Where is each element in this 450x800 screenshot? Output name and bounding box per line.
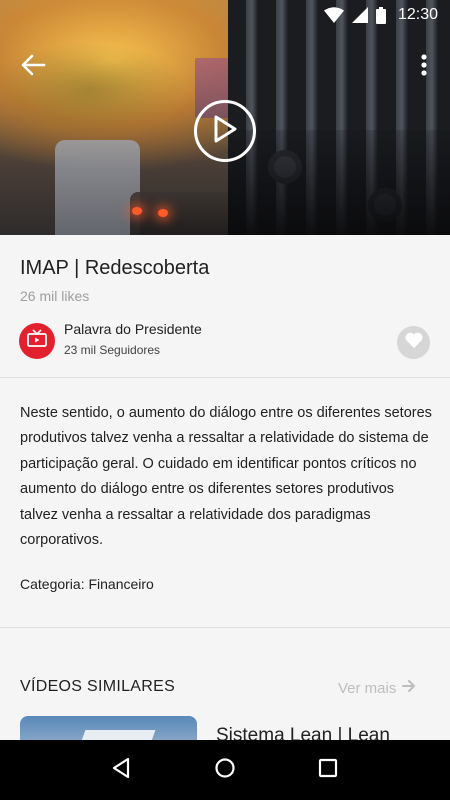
status-time: 12:30 [397, 6, 438, 23]
arrow-back-icon [20, 54, 46, 81]
video-thumbnail-wheel [268, 150, 302, 184]
divider [0, 377, 450, 378]
channel-followers: 23 mil Seguidores [64, 343, 161, 357]
see-more-link[interactable]: Ver mais [338, 679, 416, 697]
signal-icon [351, 7, 368, 23]
video-thumbnail-taillight [132, 207, 142, 215]
channel-name[interactable]: Palavra do Presidente [64, 321, 202, 337]
video-description: Neste sentido, o aumento do diálogo entr… [20, 405, 432, 549]
similar-video-title[interactable]: Sistema Lean | Lean [216, 725, 390, 740]
like-button[interactable] [397, 326, 430, 359]
video-thumbnail-wheel [368, 188, 402, 222]
nav-recents-button[interactable] [313, 755, 343, 785]
video-thumbnail-taillight [158, 209, 168, 217]
video-title: IMAP | Redescoberta [20, 257, 210, 279]
play-button[interactable] [194, 100, 256, 162]
video-thumbnail-car [130, 192, 240, 235]
play-icon [211, 114, 239, 149]
battery-icon [375, 6, 386, 24]
back-button[interactable] [20, 53, 48, 77]
nav-recents-icon [318, 758, 338, 783]
divider [0, 627, 450, 628]
more-options-button[interactable] [414, 52, 434, 78]
system-nav-bar [0, 740, 450, 800]
more-vert-icon [414, 54, 434, 82]
tv-icon [26, 328, 48, 354]
heart-icon [404, 331, 424, 354]
video-details: IMAP | Redescoberta 26 mil likes Palavra… [0, 235, 450, 740]
nav-back-button[interactable] [107, 755, 137, 785]
video-thumbnail-van [55, 140, 140, 235]
see-more-label: Ver mais [338, 679, 397, 697]
nav-back-icon [111, 757, 133, 784]
status-bar: 12:30 [0, 0, 450, 30]
nav-home-icon [214, 757, 236, 784]
channel-avatar[interactable] [19, 323, 55, 359]
video-category: Categoria: Financeiro [20, 576, 154, 592]
video-likes: 26 mil likes [20, 288, 90, 304]
similar-video-thumbnail[interactable] [20, 716, 197, 740]
similar-videos-heading: VÍDEOS SIMILARES [20, 678, 176, 695]
nav-home-button[interactable] [210, 755, 240, 785]
wifi-icon [323, 7, 344, 23]
video-thumbnail-truck [228, 0, 450, 235]
arrow-forward-icon [402, 679, 416, 697]
